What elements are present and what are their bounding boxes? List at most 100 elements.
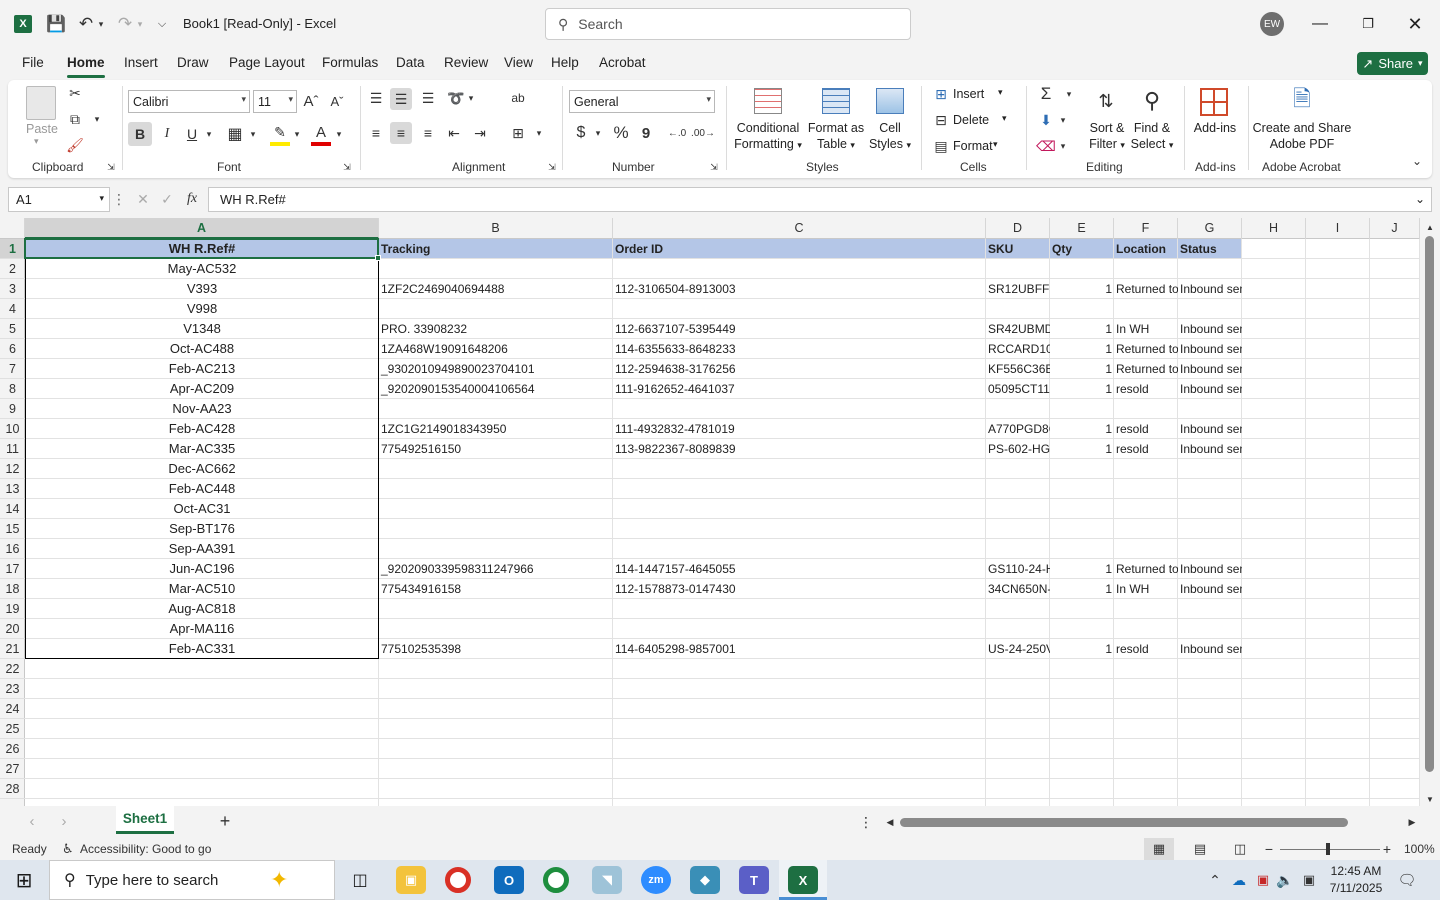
tab-acrobat[interactable]: Acrobat: [599, 55, 646, 70]
copy-icon[interactable]: ⧉: [66, 110, 84, 128]
zoom-out-icon[interactable]: −: [1262, 838, 1276, 860]
row-header-22[interactable]: 22: [0, 659, 25, 679]
cut-icon[interactable]: ✂: [66, 84, 84, 102]
cell-b8[interactable]: _9202090153540004106564: [379, 379, 613, 399]
tab-review[interactable]: Review: [444, 55, 488, 70]
cell-e17[interactable]: 1: [1050, 559, 1114, 579]
teams-icon[interactable]: T: [739, 866, 769, 894]
wrap-text-icon[interactable]: ab: [508, 88, 528, 108]
row-header-21[interactable]: 21: [0, 639, 25, 659]
cell-g21[interactable]: Inbound sent: [1178, 639, 1242, 659]
row-header-17[interactable]: 17: [0, 559, 25, 579]
delete-dropdown-icon[interactable]: ▾: [1002, 113, 1007, 124]
cell-a13[interactable]: Feb-AC448: [25, 479, 379, 499]
cell-g7[interactable]: Inbound sent: [1178, 359, 1242, 379]
search-box[interactable]: ⚲ Search: [545, 8, 911, 40]
scroll-down-icon[interactable]: ▼: [1424, 794, 1436, 804]
align-left-icon[interactable]: ≡: [366, 122, 386, 144]
conditional-formatting-icon[interactable]: [754, 88, 782, 114]
cell-a9[interactable]: Nov-AA23: [25, 399, 379, 419]
format-as-table-icon[interactable]: [822, 88, 850, 114]
accessibility-status[interactable]: Accessibility: Good to go: [80, 842, 211, 856]
increase-indent-icon[interactable]: ⇥: [470, 122, 490, 144]
paste-icon[interactable]: [26, 86, 56, 120]
add-ins-icon[interactable]: [1200, 88, 1228, 116]
borders-dropdown-icon[interactable]: ▾: [248, 122, 258, 146]
insert-function-icon[interactable]: fx: [182, 189, 202, 209]
cell-f7[interactable]: Returned to: [1114, 359, 1178, 379]
insert-cells-icon[interactable]: ⊞: [932, 86, 950, 102]
decrease-font-icon[interactable]: Aˇ: [328, 92, 346, 110]
tab-help[interactable]: Help: [551, 55, 579, 70]
cell-b6[interactable]: 1ZA468W19091648206: [379, 339, 613, 359]
dialog-launcher-icon[interactable]: ⇲: [106, 162, 116, 172]
select-all-corner[interactable]: [0, 218, 25, 239]
tab-data[interactable]: Data: [396, 55, 425, 70]
column-header-c[interactable]: C: [613, 218, 986, 239]
cell-g10[interactable]: Inbound sent: [1178, 419, 1242, 439]
autosum-dropdown-icon[interactable]: ▾: [1064, 86, 1074, 102]
cell-b11[interactable]: 775492516150: [379, 439, 613, 459]
network-icon[interactable]: ▣: [1300, 870, 1318, 890]
sort-filter-icon[interactable]: ⇅: [1090, 86, 1122, 116]
bottom-align-icon[interactable]: ☰: [418, 88, 438, 108]
cell-f8[interactable]: resold: [1114, 379, 1178, 399]
close-icon[interactable]: ✕: [1403, 12, 1427, 36]
fill-color-icon[interactable]: ✎: [270, 122, 290, 146]
dialog-launcher-icon[interactable]: ⇲: [547, 162, 557, 172]
row-header-8[interactable]: 8: [0, 379, 25, 399]
row-header-6[interactable]: 6: [0, 339, 25, 359]
currency-dropdown-icon[interactable]: ▾: [593, 122, 603, 144]
column-header-b[interactable]: B: [379, 218, 613, 239]
cell-d10[interactable]: A770PGD8C: [986, 419, 1050, 439]
column-header-i[interactable]: I: [1306, 218, 1370, 239]
create-share-pdf-button[interactable]: Create and Share Adobe PDF: [1252, 120, 1352, 152]
file-explorer-icon[interactable]: ▣: [396, 866, 426, 894]
cell-b5[interactable]: PRO. 33908232: [379, 319, 613, 339]
name-box[interactable]: A1 ▾: [8, 187, 110, 212]
sort-filter-button[interactable]: Sort & Filter ▾: [1084, 120, 1130, 153]
row-header-13[interactable]: 13: [0, 479, 25, 499]
zoom-level[interactable]: 100%: [1404, 842, 1435, 856]
orientation-dropdown-icon[interactable]: ▾: [466, 88, 476, 108]
add-ins-button[interactable]: Add-ins: [1190, 120, 1240, 136]
row-header-24[interactable]: 24: [0, 699, 25, 719]
cell-a2[interactable]: May-AC532: [25, 259, 379, 279]
cell-e5[interactable]: 1: [1050, 319, 1114, 339]
cell-g5[interactable]: Inbound sent: [1178, 319, 1242, 339]
cell-b7[interactable]: _9302010949890023704101: [379, 359, 613, 379]
cell-d18[interactable]: 34CN650N-: [986, 579, 1050, 599]
row-header-7[interactable]: 7: [0, 359, 25, 379]
row-header-26[interactable]: 26: [0, 739, 25, 759]
sheet-tab-sheet1[interactable]: Sheet1: [116, 806, 174, 834]
cell-g3[interactable]: Inbound sent: [1178, 279, 1242, 299]
cell-area[interactable]: WH R.Ref# Tracking Order ID SKU Qty Location S…: [24, 238, 1420, 806]
row-header-10[interactable]: 10: [0, 419, 25, 439]
scroll-right-icon[interactable]: ▶: [1406, 814, 1418, 830]
column-header-f[interactable]: F: [1114, 218, 1178, 239]
cell-d1[interactable]: SKU: [986, 239, 1050, 259]
cell-e8[interactable]: 1: [1050, 379, 1114, 399]
cell-a14[interactable]: Oct-AC31: [25, 499, 379, 519]
cell-b3[interactable]: 1ZF2C2469040694488: [379, 279, 613, 299]
cell-d11[interactable]: PS-602-HG: [986, 439, 1050, 459]
cell-a15[interactable]: Sep-BT176: [25, 519, 379, 539]
app-icon-2[interactable]: ◆: [690, 866, 720, 894]
chrome-icon[interactable]: [445, 867, 471, 893]
cell-styles-button[interactable]: Cell Styles ▾: [864, 120, 916, 153]
cell-a17[interactable]: Jun-AC196: [25, 559, 379, 579]
orientation-icon[interactable]: ➰: [446, 88, 466, 108]
decrease-decimal-icon[interactable]: .00→: [691, 122, 715, 144]
cell-e6[interactable]: 1: [1050, 339, 1114, 359]
row-header-1[interactable]: 1: [0, 239, 25, 259]
font-color-dropdown-icon[interactable]: ▾: [334, 122, 344, 146]
column-header-h[interactable]: H: [1242, 218, 1306, 239]
cell-g18[interactable]: Inbound sent: [1178, 579, 1242, 599]
cell-f21[interactable]: resold: [1114, 639, 1178, 659]
scroll-up-icon[interactable]: ▲: [1424, 222, 1436, 232]
vertical-scroll-thumb[interactable]: [1425, 236, 1434, 772]
cell-d21[interactable]: US-24-250V: [986, 639, 1050, 659]
cell-a10[interactable]: Feb-AC428: [25, 419, 379, 439]
cell-f10[interactable]: resold: [1114, 419, 1178, 439]
italic-button[interactable]: I: [157, 122, 177, 146]
